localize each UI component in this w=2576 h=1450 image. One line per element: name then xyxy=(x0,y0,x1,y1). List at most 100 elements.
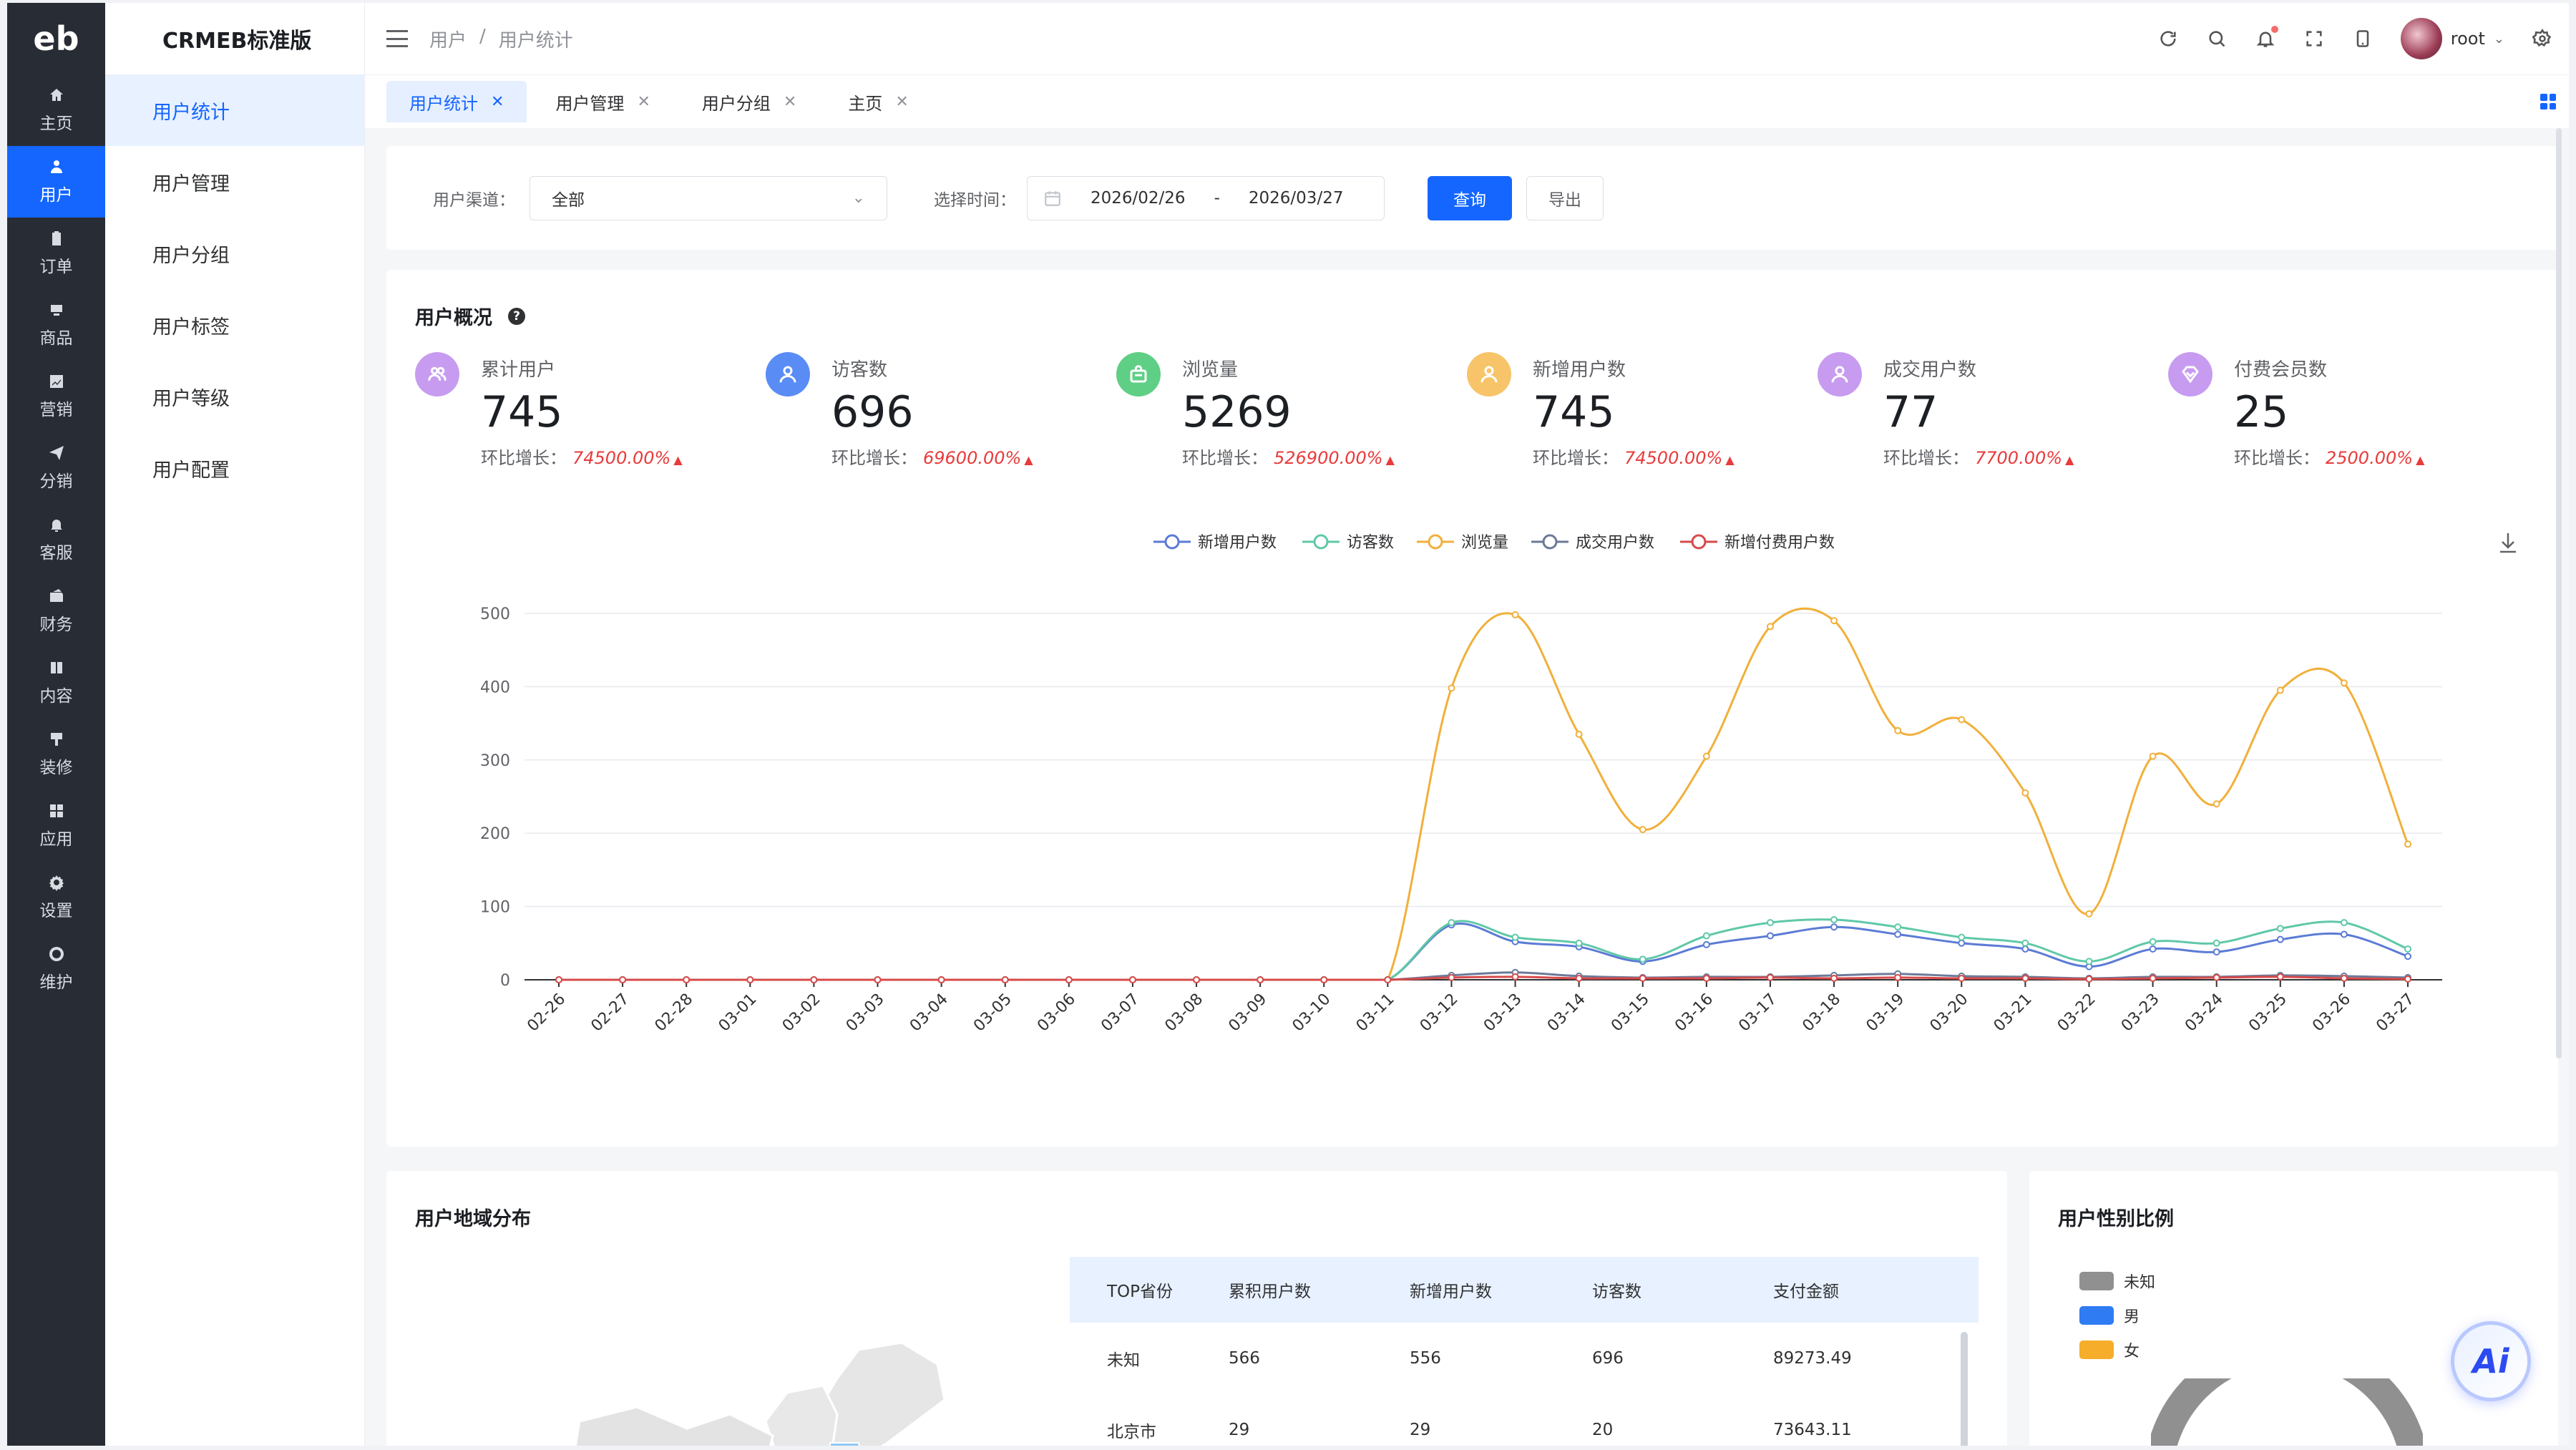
mobile-preview-icon[interactable] xyxy=(2352,28,2373,49)
gender-legend-item[interactable]: 女 xyxy=(2079,1333,2155,1367)
data-point xyxy=(1575,939,1583,947)
sub-item-0[interactable]: 用户统计 xyxy=(105,74,364,146)
rail-item-4[interactable]: 营销 xyxy=(7,361,105,432)
rail-item-label: 财务 xyxy=(39,615,73,634)
data-point xyxy=(1766,973,1774,981)
app-logo[interactable]: eb xyxy=(7,3,105,74)
data-point xyxy=(810,976,818,983)
date-range-picker[interactable]: 2026/02/26 - 2026/03/27 xyxy=(1027,175,1385,220)
data-point xyxy=(1001,976,1009,983)
growth-label: 环比增长： xyxy=(1533,448,1619,468)
rail-item-7[interactable]: 财务 xyxy=(7,575,105,647)
sub-item-2[interactable]: 用户分组 xyxy=(105,218,364,289)
refresh-icon[interactable] xyxy=(2157,28,2179,49)
tabs-menu-icon[interactable] xyxy=(2540,94,2556,110)
rail-item-1[interactable]: 用户 xyxy=(7,146,105,218)
date-start[interactable]: 2026/02/26 xyxy=(1091,189,1186,208)
data-point xyxy=(2276,973,2284,981)
china-map[interactable] xyxy=(515,1335,959,1446)
table-row[interactable]: 未知 566 556 696 89273.49 xyxy=(1070,1323,1979,1394)
data-point xyxy=(1766,623,1774,631)
gender-donut-chart xyxy=(2151,1378,2423,1446)
table-scrollbar[interactable] xyxy=(1961,1332,1968,1446)
data-point xyxy=(2404,945,2411,953)
tab-3[interactable]: 主页 ✕ xyxy=(825,81,931,122)
stat-label: 访客数 xyxy=(831,359,888,381)
query-button[interactable]: 查询 xyxy=(1428,175,1512,220)
menu-toggle-icon[interactable] xyxy=(386,30,408,47)
tab-2[interactable]: 用户分组 ✕ xyxy=(679,81,819,122)
gender-legend-item[interactable]: 未知 xyxy=(2079,1264,2155,1298)
download-icon[interactable] xyxy=(2500,533,2516,553)
data-point xyxy=(1511,973,1519,981)
search-icon[interactable] xyxy=(2206,28,2228,49)
export-button[interactable]: 导出 xyxy=(1526,175,1604,220)
rail-item-6[interactable]: 客服 xyxy=(7,504,105,575)
data-point xyxy=(2212,800,2220,808)
fullscreen-icon[interactable] xyxy=(2303,28,2325,49)
x-tick-label: 03-06 xyxy=(1034,991,1079,1036)
table-cell: 29 xyxy=(1229,1421,1250,1439)
rail-item-9[interactable]: 装修 xyxy=(7,719,105,790)
close-icon[interactable]: ✕ xyxy=(784,93,796,111)
date-separator: - xyxy=(1214,188,1220,208)
ai-assistant-button[interactable]: Ai xyxy=(2451,1321,2531,1401)
rail-item-2[interactable]: 订单 xyxy=(7,218,105,289)
rail-item-8[interactable]: 内容 xyxy=(7,647,105,719)
user-menu[interactable]: root ⌄ xyxy=(2400,18,2504,59)
data-point xyxy=(1830,974,1838,982)
page-scrollbar[interactable] xyxy=(2556,128,2562,1059)
sub-item-4[interactable]: 用户等级 xyxy=(105,361,364,432)
date-end[interactable]: 2026/03/27 xyxy=(1249,189,1344,208)
x-tick-label: 03-13 xyxy=(1480,991,1526,1036)
rail-item-10[interactable]: 应用 xyxy=(7,790,105,862)
gear-icon[interactable] xyxy=(2532,28,2553,49)
tab-1[interactable]: 用户管理 ✕ xyxy=(532,81,673,122)
user-overview-panel: 用户概况 ? 累计用户 745 环比增长： 74500.00% ▲ 访客数 696 … xyxy=(386,270,2558,1147)
x-tick-label: 03-05 xyxy=(970,991,1015,1036)
sub-item-3[interactable]: 用户标签 xyxy=(105,289,364,361)
data-point xyxy=(2340,919,2348,927)
data-point xyxy=(2021,974,2029,982)
sub-item-1[interactable]: 用户管理 xyxy=(105,146,364,218)
table-cell: 566 xyxy=(1229,1349,1260,1368)
triangle-up-icon: ▲ xyxy=(2416,453,2425,467)
rail-item-3[interactable]: 商品 xyxy=(7,289,105,361)
rail-item-5[interactable]: 分销 xyxy=(7,432,105,504)
gender-legend-item[interactable]: 男 xyxy=(2079,1298,2155,1333)
gender-title: 用户性别比例 xyxy=(2058,1208,2174,1230)
data-point xyxy=(2149,752,2157,760)
data-point xyxy=(1448,684,1455,692)
notification-bell-icon[interactable] xyxy=(2255,26,2278,49)
stats-row: 累计用户 745 环比增长： 74500.00% ▲ 访客数 696 环比增长： 69… xyxy=(415,352,2547,469)
chevron-down-icon: ⌄ xyxy=(852,189,865,207)
close-icon[interactable]: ✕ xyxy=(637,93,650,111)
growth-label: 环比增长： xyxy=(481,448,567,468)
help-icon[interactable]: ? xyxy=(508,307,525,325)
stat-label: 累计用户 xyxy=(481,359,556,381)
sub-item-5[interactable]: 用户配置 xyxy=(105,432,364,504)
rail-item-label: 订单 xyxy=(39,258,73,276)
tab-label: 用户统计 xyxy=(409,93,478,114)
user-check-icon xyxy=(1818,352,1862,396)
data-point xyxy=(1384,976,1392,983)
close-icon[interactable]: ✕ xyxy=(491,93,504,111)
data-point xyxy=(2404,953,2411,960)
data-point xyxy=(1958,974,1966,982)
tab-0[interactable]: 用户统计 ✕ xyxy=(386,81,527,122)
close-icon[interactable]: ✕ xyxy=(895,93,908,111)
users-icon xyxy=(415,352,459,396)
channel-select[interactable]: 全部 ⌄ xyxy=(530,175,887,220)
x-tick-label: 03-16 xyxy=(1672,991,1717,1036)
breadcrumb-root[interactable]: 用户 xyxy=(429,26,467,52)
data-point xyxy=(2212,948,2220,956)
gender-legend: 未知男女 xyxy=(2079,1264,2155,1367)
rail-item-0[interactable]: 主页 xyxy=(7,74,105,146)
stat-value: 25 xyxy=(2234,387,2289,437)
bag-icon xyxy=(1116,352,1161,396)
legend-label: 浏览量 xyxy=(1461,534,1508,552)
rail-item-12[interactable]: 维护 xyxy=(7,933,105,1005)
rail-item-11[interactable]: 设置 xyxy=(7,862,105,933)
table-row[interactable]: 北京市 29 29 20 73643.11 xyxy=(1070,1394,1979,1446)
stat-label: 付费会员数 xyxy=(2234,359,2328,381)
